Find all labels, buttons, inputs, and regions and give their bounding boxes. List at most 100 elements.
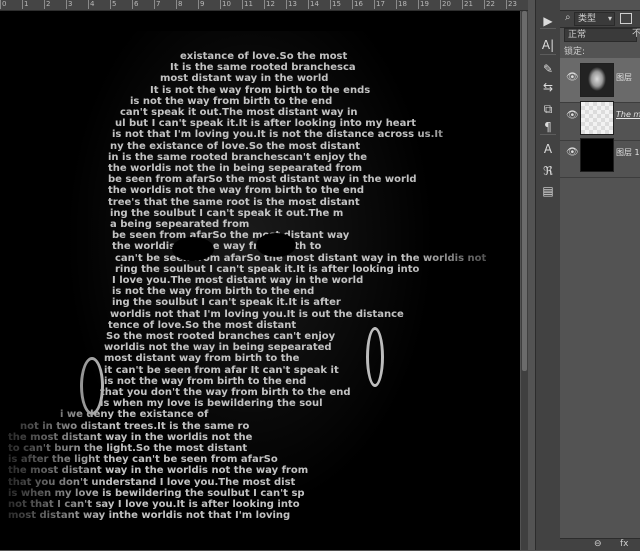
text-art-line: to can't burn the light.So the most dist…: [8, 443, 248, 454]
layer-thumbnail: [580, 63, 614, 97]
text-art-line: can't be seen from afarSo the most dista…: [115, 252, 487, 264]
text-art-line: i we deny the existance of: [60, 409, 209, 421]
opacity-label[interactable]: 不: [632, 28, 640, 40]
text-art-line: ing the soulbut I can't speak it.It is a…: [112, 297, 341, 309]
clone-source-icon[interactable]: ⧉: [539, 100, 557, 118]
text-art-line: is not the way from birth to the end: [104, 375, 307, 387]
text-art-line: It is the same rooted branchesca: [170, 62, 356, 74]
ruler-tick: 12: [264, 0, 275, 9]
layer-thumbnail: [580, 138, 614, 172]
blend-row: 正常 不: [560, 28, 640, 42]
filter-kind-select[interactable]: 类型 ▾: [574, 12, 615, 26]
tool-separator: [540, 54, 556, 55]
ruler-tick: 21: [462, 0, 473, 9]
text-art-line: is not that I'm loving you.It is not the…: [112, 129, 443, 141]
text-art-line: that you don't understand I love you.The…: [8, 476, 296, 488]
blend-mode-select[interactable]: 正常: [564, 28, 637, 42]
layers-panel-footer: ⊖ fx: [560, 538, 640, 551]
panel-icon-strip: ▶ A| ✎ ⇆ ⧉ ¶ A ℜ ▤: [535, 0, 561, 550]
layer-effects-button[interactable]: fx: [620, 539, 629, 549]
text-art-line: ny the existance of love.So the most dis…: [110, 140, 361, 152]
text-art-line: in is the same rooted branchescan't enjo…: [108, 151, 368, 163]
text-art-line: tree's that the same root is the most di…: [108, 196, 360, 208]
notes-icon[interactable]: ▤: [539, 182, 557, 200]
text-art-line: the worldis not the way from birth to th…: [108, 185, 365, 197]
ruler-tick: 5: [110, 0, 117, 9]
document-canvas[interactable]: existance of love.So the most It is the s…: [0, 11, 520, 550]
text-art-line: is when my love is bewildering the soul: [100, 398, 323, 410]
ruler-tick: 22: [484, 0, 495, 9]
text-art-line: most distant way in the world: [160, 73, 329, 85]
text-art-line: not in two distant trees.It is the same …: [20, 420, 250, 432]
link-layers-icon[interactable]: ⊖: [594, 539, 602, 549]
chevron-down-icon: ▾: [607, 14, 612, 23]
text-art-line: tence of love.So the most distant: [108, 319, 297, 331]
text-art-line: be seen from afarSo the most distant way: [112, 230, 350, 242]
ruler-tick: 11: [242, 0, 253, 9]
vertical-scrollbar[interactable]: [521, 11, 528, 550]
text-art-line: the most distant way in the worldis not …: [8, 431, 253, 443]
layer-row[interactable]: 👁 图层 1: [560, 133, 640, 178]
ruler-tick: 6: [132, 0, 139, 9]
lock-row: 锁定:: [560, 44, 640, 57]
text-art-line: the most distant way in the worldis not …: [8, 465, 309, 477]
ruler-tick: 16: [352, 0, 363, 9]
search-icon[interactable]: ⌕: [565, 12, 571, 23]
right-eye-shadow: [256, 233, 296, 257]
ruler-tick: 10: [220, 0, 231, 9]
typography-portrait: existance of love.So the most It is the s…: [0, 11, 520, 550]
layer-name[interactable]: 图层: [616, 72, 640, 83]
text-art-line: It is not the way from birth to the ends: [150, 84, 371, 96]
brush-icon[interactable]: ✎: [539, 60, 557, 78]
ruler-tick: 17: [374, 0, 385, 9]
text-art-line: most distant way from birth to the: [104, 353, 300, 365]
ruler-tick: 14: [308, 0, 319, 9]
layer-name[interactable]: 图层 1: [616, 147, 640, 158]
layer-name[interactable]: The mos: [616, 110, 640, 119]
ruler-tick: 2: [44, 0, 51, 9]
text-art-line: ing the soulbut I can't speak it out.The…: [110, 207, 344, 219]
paragraph-style-icon[interactable]: ℜ: [539, 162, 557, 180]
character-style-icon[interactable]: A: [539, 140, 557, 158]
left-eye-shadow: [172, 237, 214, 261]
ruler-tick: 9: [198, 0, 205, 9]
tool-separator: [540, 28, 556, 29]
scrollbar-thumb[interactable]: [522, 11, 527, 371]
image-filter-icon[interactable]: [620, 13, 632, 24]
tool-separator: [540, 134, 556, 135]
eye-icon[interactable]: 👁: [566, 110, 579, 121]
ruler-tick: 8: [176, 0, 183, 9]
ruler-tick: 1: [22, 0, 29, 9]
ruler-tick: 13: [286, 0, 297, 9]
layer-filter-row: ⌕ 类型 ▾: [560, 10, 640, 28]
blend-mode-label: 正常: [568, 30, 587, 40]
ruler-tick: 0: [0, 0, 7, 9]
text-art-line: it can't be seen from afar It can't spea…: [104, 364, 339, 376]
earring-right: [366, 327, 384, 387]
ruler-tick: 23: [506, 0, 517, 9]
layer-thumbnail: [580, 101, 614, 135]
document-workspace[interactable]: existance of love.So the most It is the s…: [0, 11, 528, 550]
adjustments-icon[interactable]: ⇆: [539, 78, 557, 96]
earring-left: [80, 357, 104, 415]
lock-label: 锁定:: [564, 47, 586, 57]
text-art-line: worldis not the way in being sepearated: [104, 342, 332, 354]
text-art-line: So the most rooted branches can't enjoy: [106, 331, 336, 342]
eye-icon[interactable]: 👁: [566, 147, 579, 158]
ruler-tick: 4: [88, 0, 95, 9]
eye-icon[interactable]: 👁: [566, 72, 579, 83]
ruler-tick: 3: [66, 0, 73, 9]
ruler-tick: 20: [440, 0, 451, 9]
text-art-line: a being sepearated from: [110, 219, 250, 230]
text-art-line: not that I can't say I love you.It is af…: [8, 499, 300, 510]
text-art-line: is after the light they can't be seen fr…: [8, 454, 278, 466]
character-panel-icon[interactable]: A|: [539, 36, 557, 54]
text-art-line: be seen from afarSo the most distant way…: [108, 174, 417, 186]
ruler-tick: 19: [418, 0, 429, 9]
text-art-line: ring the soulbut I can't speak it.It is …: [115, 263, 420, 275]
text-art-line: worldis not that I'm loving you.It is ou…: [110, 308, 404, 320]
text-art-line: most distant way inthe worldis not that …: [8, 510, 291, 522]
text-art-line: is not the way from birth to the end: [112, 286, 315, 298]
ruler-tick: 18: [396, 0, 407, 9]
text-art-line: is when my love is bewildering the soulb…: [8, 487, 305, 499]
